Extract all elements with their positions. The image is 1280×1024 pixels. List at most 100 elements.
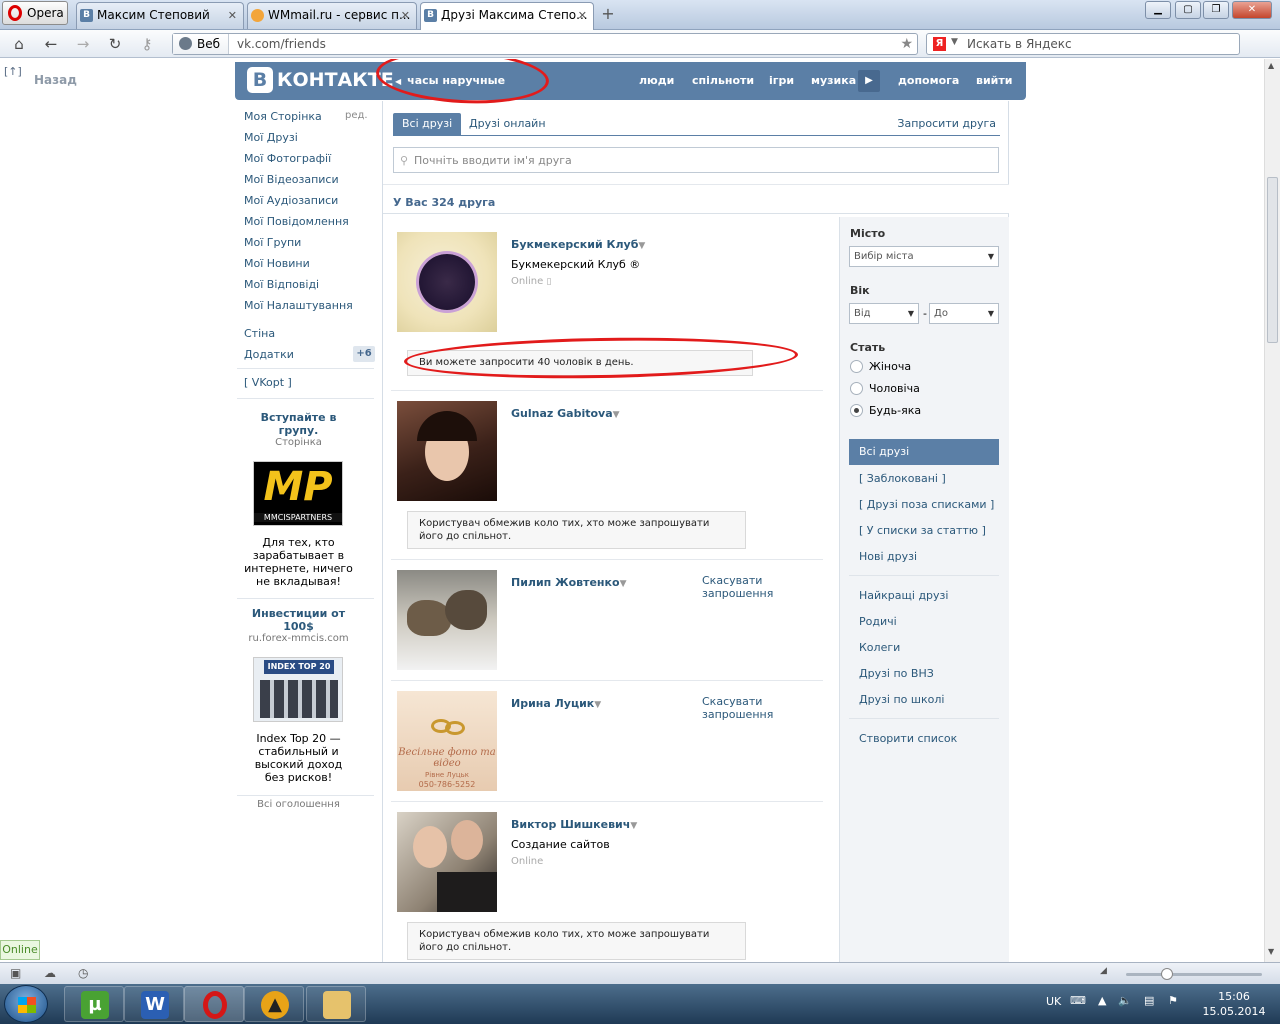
tray-expand-icon[interactable]: ▲ xyxy=(1098,994,1106,1007)
list-university[interactable]: Друзі по ВНЗ xyxy=(859,667,934,680)
ad-block-1[interactable]: Вступайте в групу. Сторінка xyxy=(237,411,360,448)
friend-photo[interactable] xyxy=(397,232,497,332)
reload-icon[interactable]: ↻ xyxy=(104,34,126,54)
menu-apps[interactable]: Додатки xyxy=(244,348,294,361)
opera-menu-button[interactable]: Opera xyxy=(2,1,68,25)
taskbar-opera[interactable] xyxy=(184,986,244,1022)
list-all-friends[interactable]: Всі друзі xyxy=(849,439,999,465)
age-from-select[interactable]: Від ▼ xyxy=(849,303,919,324)
volume-icon[interactable]: 🔈 xyxy=(1118,994,1132,1007)
nav-people[interactable]: люди xyxy=(639,74,674,87)
taskbar-explorer[interactable] xyxy=(306,986,366,1022)
ad-desc-1[interactable]: Для тех, кто зарабатывает в интернете, н… xyxy=(237,536,360,588)
friend-name-link[interactable]: Пилип Жовтенко▼ xyxy=(511,576,626,589)
network-icon[interactable]: ▤ xyxy=(1144,994,1154,1007)
taskbar-word[interactable]: W xyxy=(124,986,184,1022)
action-center-icon[interactable]: ⚑ xyxy=(1168,994,1178,1007)
nav-communities[interactable]: спільноти xyxy=(692,74,754,87)
back-label[interactable]: Назад xyxy=(34,73,77,87)
edit-profile-link[interactable]: ред. xyxy=(345,110,368,121)
web-badge[interactable]: Веб xyxy=(173,34,229,54)
dropdown-arrow-icon[interactable]: ▼ xyxy=(613,410,620,420)
taskbar-utorrent[interactable]: µ xyxy=(64,986,124,1022)
zoom-view-icon[interactable]: ◢ xyxy=(1100,966,1107,976)
dropdown-arrow-icon[interactable]: ▼ xyxy=(638,241,645,251)
menu-wall[interactable]: Стіна xyxy=(244,327,275,340)
home-icon[interactable]: ⌂ xyxy=(8,34,30,54)
page-scrollbar[interactable]: ▲ ▼ xyxy=(1264,59,1280,962)
key-icon[interactable]: ⚷ xyxy=(136,34,158,54)
restore-window-icon[interactable]: ❐ xyxy=(1203,1,1229,19)
nav-help[interactable]: допомога xyxy=(898,74,959,87)
menu-my-friends[interactable]: Мої Друзі xyxy=(244,131,298,144)
all-ads-link[interactable]: Всі оголошення xyxy=(237,799,360,810)
friend-photo[interactable] xyxy=(397,401,497,501)
close-tab-icon[interactable]: ✕ xyxy=(401,3,410,28)
nav-music[interactable]: музика xyxy=(811,74,856,87)
friend-photo[interactable]: Весільне фото та відео Рівне Луцьк 050-7… xyxy=(397,691,497,791)
list-by-gender[interactable]: [ У списки за статтю ] xyxy=(859,524,986,537)
language-indicator[interactable]: UK xyxy=(1046,995,1061,1008)
browser-tab-wmmail[interactable]: WMmail.ru - сервис п... ✕ xyxy=(247,2,417,29)
browser-tab-friends[interactable]: В Друзі Максима Степо... ✕ xyxy=(420,2,594,30)
address-field[interactable]: Веб vk.com/friends ★ xyxy=(172,33,918,55)
menu-my-page[interactable]: Моя Сторінка xyxy=(244,110,322,123)
friend-photo[interactable] xyxy=(397,570,497,670)
menu-my-settings[interactable]: Мої Налаштування xyxy=(244,299,353,312)
apps-count-badge[interactable]: +6 xyxy=(353,346,375,362)
friend-name-link[interactable]: Букмекерский Клуб▼ xyxy=(511,238,645,251)
menu-my-audio[interactable]: Мої Аудіозаписи xyxy=(244,194,338,207)
speed-dial-icon[interactable]: ◷ xyxy=(78,966,88,980)
close-tab-icon[interactable]: ✕ xyxy=(228,3,237,28)
back-to-top[interactable]: [↑] Назад xyxy=(4,65,77,87)
age-to-select[interactable]: До ▼ xyxy=(929,303,999,324)
tab-all-friends[interactable]: Всі друзі xyxy=(393,113,462,135)
menu-vkopt[interactable]: [ VKopt ] xyxy=(244,376,292,389)
nav-games[interactable]: ігри xyxy=(769,74,794,87)
dropdown-arrow-icon[interactable]: ▼ xyxy=(630,821,637,831)
ad-title[interactable]: Инвестиции от 100$ xyxy=(249,607,349,633)
keyboard-icon[interactable]: ⌨ xyxy=(1070,994,1086,1007)
gender-male-radio[interactable]: Чоловіча xyxy=(850,382,920,396)
ad-block-2[interactable]: Инвестиции от 100$ ru.forex-mmcis.com xyxy=(237,607,360,644)
friend-search-input[interactable]: ⚲ Почніть вводити ім'я друга xyxy=(393,147,999,173)
system-clock[interactable]: 15:06 15.05.2014 xyxy=(1200,989,1268,1019)
ad-desc-2[interactable]: Index Top 20 — стабильный и высокий дохо… xyxy=(237,732,360,784)
search-engine-dropdown-icon[interactable]: ▼ xyxy=(951,37,958,47)
ad-title[interactable]: Вступайте в групу. xyxy=(249,411,349,437)
vk-logo[interactable]: В КОНТАКТЕ xyxy=(247,67,394,93)
city-select[interactable]: Вибір міста ▼ xyxy=(849,246,999,267)
menu-my-videos[interactable]: Мої Відеозаписи xyxy=(244,173,339,186)
cancel-request-link[interactable]: Скасувати запрошення xyxy=(702,574,802,600)
taskbar-aimp[interactable]: ▲ xyxy=(244,986,304,1022)
menu-my-photos[interactable]: Мої Фотографії xyxy=(244,152,331,165)
list-blocked[interactable]: [ Заблоковані ] xyxy=(859,472,946,485)
invite-friend-link[interactable]: Запросити друга xyxy=(897,113,996,135)
menu-my-answers[interactable]: Мої Відповіді xyxy=(244,278,319,291)
menu-my-messages[interactable]: Мої Повідомлення xyxy=(244,215,349,228)
nav-more-arrow-icon[interactable]: ▶ xyxy=(858,70,880,92)
friend-name-link[interactable]: Gulnaz Gabitova▼ xyxy=(511,407,620,420)
list-relatives[interactable]: Родичі xyxy=(859,615,897,628)
minimize-window-icon[interactable]: ▁ xyxy=(1145,1,1171,19)
tile-window-icon[interactable]: ▢ xyxy=(1175,1,1201,19)
tab-friends-online[interactable]: Друзі онлайн xyxy=(460,113,555,135)
dropdown-arrow-icon[interactable]: ▼ xyxy=(594,700,601,710)
gender-female-radio[interactable]: Жіноча xyxy=(850,360,911,374)
nav-logout[interactable]: вийти xyxy=(976,74,1012,87)
close-tab-icon[interactable]: ✕ xyxy=(578,3,587,28)
zoom-slider-track[interactable] xyxy=(1126,973,1262,976)
dropdown-arrow-icon[interactable]: ▼ xyxy=(620,579,627,589)
cloud-sync-icon[interactable]: ☁ xyxy=(44,966,56,980)
yandex-search-field[interactable]: Я ▼ Искать в Яндекс xyxy=(926,33,1240,55)
start-button[interactable] xyxy=(4,985,48,1023)
scroll-up-arrow-icon[interactable]: ▲ xyxy=(1268,61,1274,70)
panel-toggle-icon[interactable]: ▣ xyxy=(10,966,21,980)
create-list-link[interactable]: Створити список xyxy=(859,732,957,745)
menu-my-groups[interactable]: Мої Групи xyxy=(244,236,301,249)
scroll-down-arrow-icon[interactable]: ▼ xyxy=(1268,947,1274,956)
bookmark-star-icon[interactable]: ★ xyxy=(900,34,913,54)
new-tab-plus-icon[interactable]: + xyxy=(598,4,618,24)
back-arrow-icon[interactable]: ← xyxy=(40,34,62,54)
gender-any-radio[interactable]: Будь-яка xyxy=(850,404,921,418)
